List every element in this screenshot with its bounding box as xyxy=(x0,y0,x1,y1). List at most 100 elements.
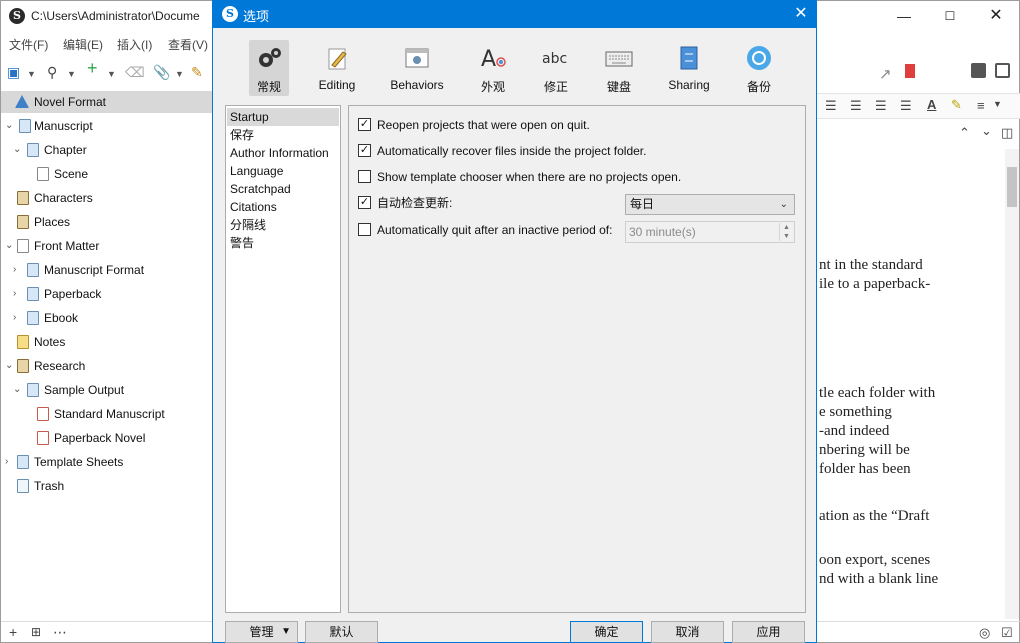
tab-behaviors[interactable]: Behaviors xyxy=(387,40,447,96)
attachment-icon[interactable]: 📎 xyxy=(153,63,170,81)
menu-view[interactable]: 查看(V) xyxy=(168,36,208,53)
category-warnings[interactable]: 警告 xyxy=(227,234,339,252)
chevron-right-icon[interactable]: › xyxy=(13,283,23,305)
apply-button[interactable]: 应用 xyxy=(732,621,805,643)
binder-item-chapter[interactable]: ⌄ Chapter xyxy=(13,139,210,161)
maximize-button[interactable]: ☐ xyxy=(927,1,973,31)
category-citations[interactable]: Citations xyxy=(227,198,339,216)
quick-reference-icon[interactable] xyxy=(995,63,1010,78)
binder-item-trash[interactable]: Trash xyxy=(5,475,210,497)
add-icon[interactable]: + xyxy=(87,59,98,77)
target-icon[interactable]: ◎ xyxy=(979,625,990,641)
menu-insert[interactable]: 插入(I) xyxy=(117,36,152,53)
spelling-icon: abc xyxy=(542,51,567,67)
binder-item-paperback-novel[interactable]: Paperback Novel xyxy=(23,427,210,449)
chevron-right-icon[interactable]: › xyxy=(13,259,23,281)
scene-icon xyxy=(37,167,49,181)
align-justify-icon[interactable]: ☰ xyxy=(875,98,887,114)
chevron-down-icon[interactable]: ▼ xyxy=(67,65,76,83)
binder-item-characters[interactable]: Characters xyxy=(5,187,210,209)
tab-general[interactable]: 常规 xyxy=(249,40,289,96)
editor-text[interactable]: nt in the standard ile to a paperback- t… xyxy=(817,149,1005,619)
align-right-icon[interactable]: ☰ xyxy=(900,98,912,114)
category-language[interactable]: Language xyxy=(227,162,339,180)
binder-item-front-matter[interactable]: ⌄ Front Matter xyxy=(5,235,210,257)
search-icon[interactable]: ⚲ xyxy=(47,63,57,81)
scrollbar-thumb[interactable] xyxy=(1007,167,1017,207)
tab-backup[interactable]: 备份 xyxy=(739,40,779,96)
binder-item-research[interactable]: ⌄ Research xyxy=(5,355,210,377)
tab-sharing[interactable]: Sharing xyxy=(663,40,715,96)
close-dialog-button[interactable]: ✕ xyxy=(788,2,814,26)
text-color-icon[interactable]: A xyxy=(927,97,936,112)
default-button[interactable]: 默认 xyxy=(305,621,378,643)
check-updates-checkbox[interactable]: ✓ xyxy=(358,196,371,209)
category-startup[interactable]: Startup xyxy=(227,108,339,126)
chevron-right-icon[interactable]: › xyxy=(13,307,23,329)
chevron-down-icon[interactable]: ⌄ xyxy=(13,139,23,161)
category-scratchpad[interactable]: Scratchpad xyxy=(227,180,339,198)
update-frequency-select[interactable]: 每日 ⌄ xyxy=(625,194,795,215)
chevron-down-icon[interactable]: ▼ xyxy=(993,99,1002,109)
menu-file[interactable]: 文件(F) xyxy=(9,36,48,53)
editor-scrollbar[interactable] xyxy=(1005,149,1019,619)
binder-item-manuscript[interactable]: ⌄ Manuscript xyxy=(5,115,210,137)
checkbox-icon[interactable]: ☑ xyxy=(1001,625,1013,641)
binder-item-template-sheets[interactable]: › Template Sheets xyxy=(5,451,210,473)
auto-quit-checkbox[interactable] xyxy=(358,223,371,236)
delete-icon[interactable]: ⌫ xyxy=(125,63,145,81)
share-icon[interactable]: ↗ xyxy=(879,65,892,83)
menu-edit[interactable]: 编辑(E) xyxy=(63,36,103,53)
align-left-icon[interactable]: ☰ xyxy=(825,98,837,114)
manage-button[interactable]: 管理 ▼ xyxy=(225,621,298,643)
binder-item-paperback[interactable]: › Paperback xyxy=(13,283,210,305)
tab-keyboard[interactable]: 键盘 xyxy=(599,40,639,96)
quit-period-spinbox[interactable]: 30 minute(s) ▲ ▼ xyxy=(625,221,795,243)
category-save[interactable]: 保存 xyxy=(227,126,339,144)
split-editor-icon[interactable]: ◫ xyxy=(1001,125,1013,141)
tab-appearance[interactable]: A 外观 xyxy=(473,40,513,96)
minimize-button[interactable]: — xyxy=(881,1,927,31)
chevron-down-icon: ⌄ xyxy=(779,199,788,210)
chevron-down-icon[interactable]: ⌄ xyxy=(13,379,23,401)
more-icon[interactable]: ⋯ xyxy=(53,624,67,641)
category-author-information[interactable]: Author Information xyxy=(227,144,339,162)
chevron-down-icon[interactable]: ▼ xyxy=(175,65,184,83)
ok-button[interactable]: 确定 xyxy=(570,621,643,643)
bookmark-icon[interactable] xyxy=(905,64,915,78)
inspector-icon[interactable] xyxy=(971,63,986,78)
binder-item-scene[interactable]: Scene xyxy=(23,163,210,185)
highlight-icon[interactable]: ✎ xyxy=(951,97,962,113)
cancel-button[interactable]: 取消 xyxy=(651,621,724,643)
binder-item-standard-manuscript[interactable]: Standard Manuscript xyxy=(23,403,210,425)
binder-item-sample-output[interactable]: ⌄ Sample Output xyxy=(13,379,210,401)
chevron-right-icon[interactable]: › xyxy=(5,451,15,473)
chevron-down-icon[interactable]: ⌄ xyxy=(5,355,15,377)
binder-footer: + ⊞ ⋯ xyxy=(1,621,212,643)
chevron-down-icon[interactable]: ⌄ xyxy=(981,123,992,139)
close-window-button[interactable]: ✕ xyxy=(973,1,1019,31)
binder-item-novel-format[interactable]: Novel Format xyxy=(5,91,210,113)
edit-icon[interactable]: ✎ xyxy=(191,63,203,81)
list-icon[interactable]: ≡ xyxy=(977,98,985,113)
add-folder-icon[interactable]: ⊞ xyxy=(31,625,41,639)
chevron-down-icon[interactable]: ⌄ xyxy=(5,115,15,137)
chevron-down-icon[interactable]: ▼ xyxy=(107,65,116,83)
align-center-icon[interactable]: ☰ xyxy=(850,98,862,114)
chevron-down-icon[interactable]: ⌄ xyxy=(5,235,15,257)
chevron-up-icon[interactable]: ⌃ xyxy=(959,125,970,141)
add-icon[interactable]: + xyxy=(9,624,17,640)
spin-arrows-icon[interactable]: ▲ ▼ xyxy=(779,223,793,241)
binder-item-notes[interactable]: Notes xyxy=(5,331,210,353)
tab-corrections[interactable]: abc 修正 xyxy=(536,40,576,96)
binder-item-ebook[interactable]: › Ebook xyxy=(13,307,210,329)
binder-item-places[interactable]: Places xyxy=(5,211,210,233)
template-chooser-checkbox[interactable] xyxy=(358,170,371,183)
binder-item-manuscript-format[interactable]: › Manuscript Format xyxy=(13,259,210,281)
chevron-down-icon[interactable]: ▼ xyxy=(27,65,36,83)
tab-editing[interactable]: Editing xyxy=(311,40,363,96)
reopen-projects-checkbox[interactable]: ✓ xyxy=(358,118,371,131)
layout-icon[interactable]: ▣ xyxy=(7,63,20,81)
category-separators[interactable]: 分隔线 xyxy=(227,216,339,234)
auto-recover-checkbox[interactable]: ✓ xyxy=(358,144,371,157)
